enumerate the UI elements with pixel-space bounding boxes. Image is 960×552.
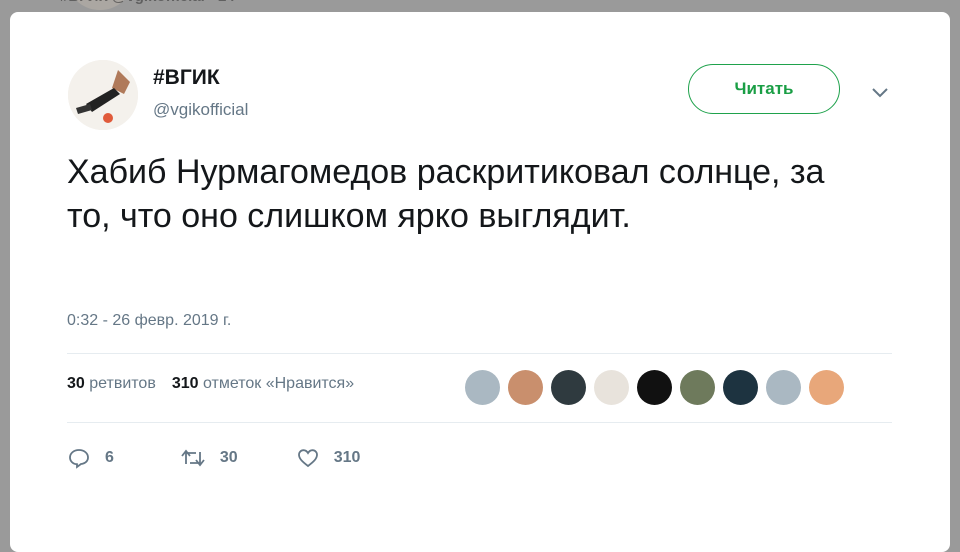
like-button[interactable]: 310: [296, 446, 361, 470]
photo-avatar[interactable]: [680, 370, 715, 405]
background-tweet-strip: #ВГИК @vgikofficial · 24: [60, 0, 480, 12]
retweet-count: 30: [219, 449, 238, 466]
retweet-icon: [180, 446, 206, 470]
chevron-down-icon[interactable]: [868, 82, 892, 102]
reply-count: 6: [105, 449, 114, 466]
avatar-image: [68, 60, 138, 130]
reply-icon: [67, 446, 91, 470]
tweet-timestamp[interactable]: 0:32 - 26 февр. 2019 г.: [67, 312, 231, 330]
default-avatar[interactable]: [465, 370, 500, 405]
user-handle[interactable]: @vgikofficial: [153, 100, 248, 120]
follow-button[interactable]: Читать: [688, 64, 840, 114]
divider: [67, 353, 892, 354]
likes-stat[interactable]: 310 отметок «Нравится»: [172, 375, 354, 393]
photo-avatar[interactable]: [508, 370, 543, 405]
display-name[interactable]: #ВГИК: [153, 66, 220, 90]
photo-avatar[interactable]: [594, 370, 629, 405]
tweet-text: Хабиб Нурмагомедов раскритиковал солнце,…: [67, 153, 825, 235]
default-avatar[interactable]: [766, 370, 801, 405]
photo-avatar[interactable]: [809, 370, 844, 405]
liker-avatars: [465, 370, 844, 405]
tweet-card: #ВГИК @vgikofficial Читать Хабиб Нурмаго…: [10, 12, 950, 552]
reply-button[interactable]: 6: [67, 446, 114, 470]
divider: [67, 422, 892, 423]
photo-avatar[interactable]: [551, 370, 586, 405]
retweet-button[interactable]: 30: [180, 446, 238, 470]
tweet-stats: 30 ретвитов 310 отметок «Нравится»: [67, 375, 354, 393]
photo-avatar[interactable]: [723, 370, 758, 405]
photo-avatar[interactable]: [637, 370, 672, 405]
heart-icon: [296, 446, 320, 470]
retweets-stat[interactable]: 30 ретвитов: [67, 375, 156, 393]
like-count: 310: [333, 449, 361, 466]
tweet-actions: 6 30 310: [67, 446, 360, 470]
avatar[interactable]: [68, 60, 138, 130]
